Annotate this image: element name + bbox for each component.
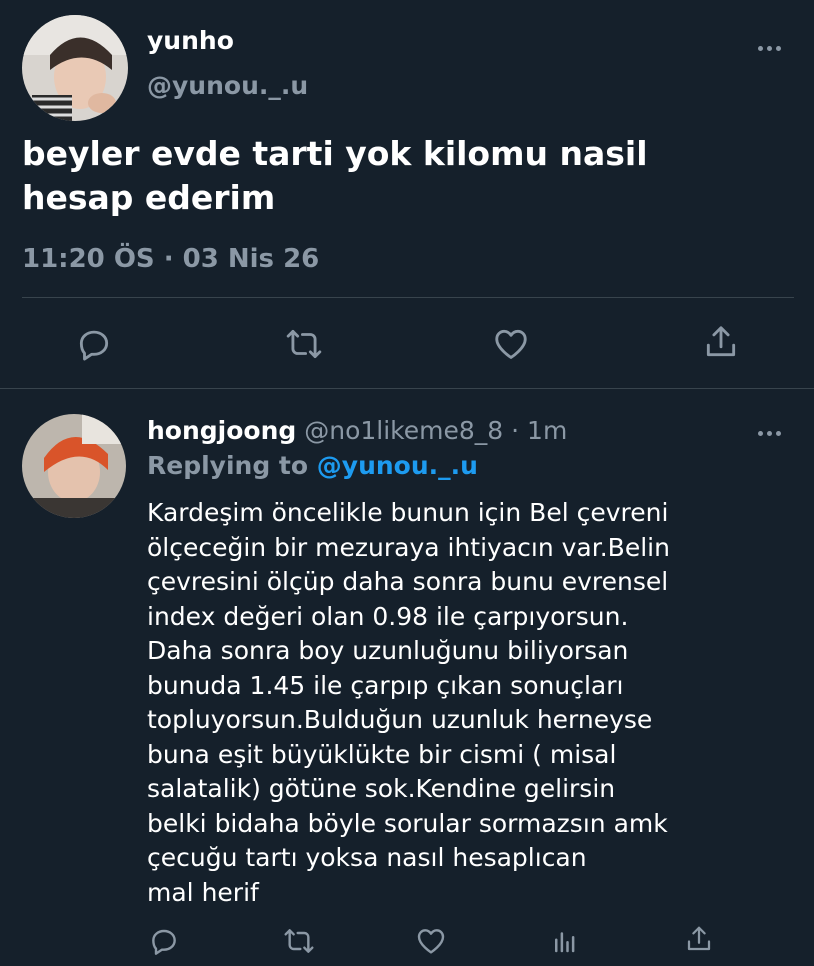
replying-to-link[interactable]: @yunou._.u xyxy=(317,451,478,480)
author-handle[interactable]: @yunou._.u xyxy=(147,71,308,100)
reply-text: Kardeşim öncelikle bunun için Bel çevren… xyxy=(147,498,670,907)
heart-icon[interactable] xyxy=(413,924,449,958)
comment-icon[interactable] xyxy=(146,924,182,958)
retweet-icon[interactable] xyxy=(282,324,326,364)
avatar-hongjoong[interactable] xyxy=(22,414,126,518)
more-icon[interactable] xyxy=(758,431,781,436)
tweet-date: 03 Nis 26 xyxy=(182,244,320,274)
tweet-text: beyler evde tarti yok kilomu nasil hesap… xyxy=(22,134,648,217)
divider xyxy=(0,388,814,389)
divider xyxy=(22,297,794,298)
replying-prefix: Replying to xyxy=(147,451,309,480)
meta-separator: · xyxy=(511,416,520,445)
more-icon[interactable] xyxy=(758,46,781,51)
author-name[interactable]: yunho xyxy=(147,26,234,55)
meta-separator: · xyxy=(163,244,174,274)
share-icon[interactable] xyxy=(682,922,716,956)
reply-header: hongjoong @no1likeme8_8 · 1m xyxy=(147,416,567,445)
heart-icon[interactable] xyxy=(490,324,532,364)
reply-author-handle[interactable]: @no1likeme8_8 xyxy=(304,416,503,445)
share-icon[interactable] xyxy=(701,322,741,362)
tweet-timestamp[interactable]: 11:20 ÖS · 03 Nis 26 xyxy=(22,244,319,274)
tweet-time: 11:20 ÖS xyxy=(22,244,155,274)
comment-icon[interactable] xyxy=(74,324,114,364)
reply-author-name[interactable]: hongjoong xyxy=(147,416,296,445)
analytics-icon[interactable] xyxy=(548,924,582,958)
avatar-yunho[interactable] xyxy=(22,15,128,121)
retweet-icon[interactable] xyxy=(279,924,319,958)
replying-to: Replying to @yunou._.u xyxy=(147,451,478,480)
reply-age[interactable]: 1m xyxy=(527,416,567,445)
